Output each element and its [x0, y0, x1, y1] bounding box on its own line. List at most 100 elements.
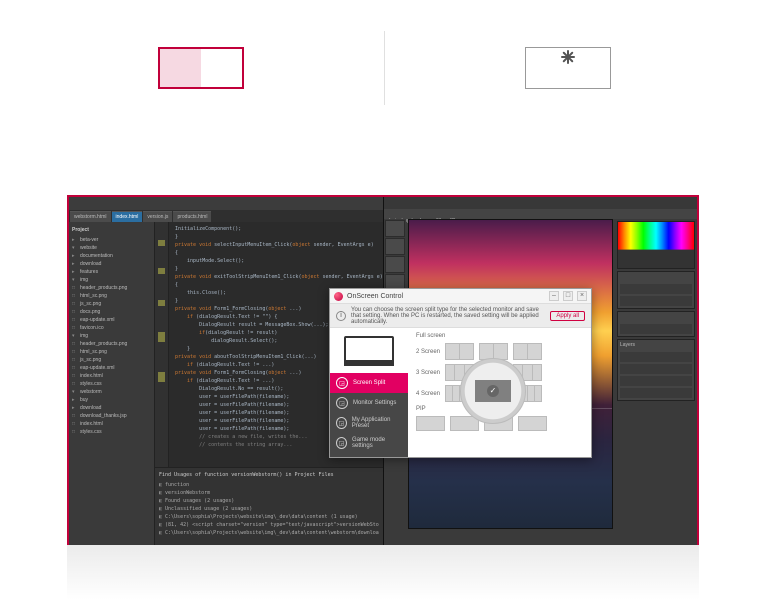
- tab-screensplit[interactable]: [158, 47, 244, 89]
- onscreen-control-dialog: OnScreen Control – □ × i You can choose …: [329, 288, 592, 458]
- window-icon: ◲: [336, 417, 347, 429]
- tree-file[interactable]: styles.css: [72, 380, 151, 388]
- tree-file[interactable]: download_thanks.jsp: [72, 412, 151, 420]
- tree-file[interactable]: html_sc.png: [72, 348, 151, 356]
- usage-row[interactable]: Found usages (2 usages): [159, 497, 379, 505]
- pe-document-tab[interactable]: photoshop-landscape-01.ps (2): [384, 209, 698, 219]
- code-line: }: [175, 265, 377, 273]
- code-line: InitializeComponent();: [175, 225, 377, 233]
- dialog-menu-item[interactable]: ◲My Application Preset: [330, 413, 408, 433]
- tree-folder[interactable]: download: [72, 260, 151, 268]
- pe-tool[interactable]: [385, 220, 405, 237]
- pe-tool[interactable]: [385, 256, 405, 273]
- tab-loading[interactable]: [525, 47, 611, 89]
- info-icon: i: [336, 311, 346, 321]
- tree-file[interactable]: index.html: [72, 420, 151, 428]
- section-two: 2 Screen: [416, 349, 440, 355]
- maximize-button[interactable]: □: [563, 291, 573, 301]
- usage-row[interactable]: versionWebstorm: [159, 489, 379, 497]
- pe-panels: Layers: [615, 219, 697, 545]
- dialog-infobar: i You can choose the screen split type f…: [330, 304, 591, 328]
- project-tree-header: Project: [72, 226, 151, 234]
- tree-file[interactable]: js_sc.png: [72, 300, 151, 308]
- tree-folder[interactable]: buy: [72, 396, 151, 404]
- pe-layers-panel[interactable]: Layers: [617, 339, 695, 401]
- tab-divider: [384, 31, 385, 105]
- tree-folder[interactable]: webstorm: [72, 388, 151, 396]
- usage-row[interactable]: (81, 42) <script charset="version" type=…: [159, 521, 379, 529]
- ide-menubar[interactable]: [69, 197, 383, 210]
- tree-file[interactable]: favicon.ico: [72, 324, 151, 332]
- ide-project-tree[interactable]: Project beta-verwebsitedocumentationdown…: [69, 222, 155, 545]
- tree-folder[interactable]: beta-ver: [72, 236, 151, 244]
- composite-screenshot: webstorm.htmlindex.htmlversion.jsproduct…: [67, 195, 699, 545]
- usage-row[interactable]: C:\Users\sophia\Projects\website\img\_de…: [159, 529, 379, 537]
- dialog-menu-label: Monitor Settings: [353, 400, 396, 406]
- pe-panel[interactable]: [617, 271, 695, 309]
- tree-file[interactable]: header_products.png: [72, 340, 151, 348]
- dialog-menu-item[interactable]: ◲ Screen Split: [330, 373, 408, 393]
- split-option[interactable]: [513, 343, 542, 360]
- section-four: 4 Screen: [416, 391, 440, 397]
- tree-file[interactable]: eap-update.xml: [72, 364, 151, 372]
- ide-tab[interactable]: version.js: [143, 211, 172, 222]
- tree-file[interactable]: index.html: [72, 372, 151, 380]
- tree-file[interactable]: html_sc.png: [72, 292, 151, 300]
- split-option[interactable]: [416, 416, 445, 431]
- dialog-menu-label: Screen Split: [353, 380, 385, 386]
- selected-split-icon: ✓: [475, 380, 511, 402]
- gear-icon: ◲: [336, 397, 348, 409]
- tree-folder[interactable]: img: [72, 276, 151, 284]
- dialog-title: OnScreen Control: [347, 293, 545, 300]
- code-line: private void exitToolStripMenuItem1_Clic…: [175, 273, 377, 281]
- monitor-preview: [330, 328, 408, 373]
- tree-file[interactable]: docs.png: [72, 308, 151, 316]
- tree-folder[interactable]: download: [72, 404, 151, 412]
- code-line: }: [175, 233, 377, 241]
- dialog-main: Full screen 2 Screen 3 Screen 4: [408, 328, 591, 457]
- code-line: private void selectInputMenuItem_Click(o…: [175, 241, 377, 249]
- usages-header: Find Usages of function versionWebstorm(…: [159, 471, 379, 479]
- dialog-menu-item[interactable]: ◲ Game mode settings: [330, 433, 408, 453]
- minimize-button[interactable]: –: [549, 291, 559, 301]
- ide-tab[interactable]: webstorm.html: [70, 211, 111, 222]
- pe-menubar[interactable]: [384, 197, 698, 209]
- ide-gutter: [155, 222, 169, 492]
- ide-find-usages-panel[interactable]: Find Usages of function versionWebstorm(…: [155, 467, 383, 545]
- pe-layers-label: Layers: [620, 342, 692, 350]
- split-option[interactable]: [445, 343, 474, 360]
- ide-tab[interactable]: products.html: [173, 211, 211, 222]
- selected-split-badge: ✓: [460, 358, 526, 424]
- usage-row[interactable]: C:\Users\sophia\Projects\website\img\_de…: [159, 513, 379, 521]
- section-full: Full screen: [416, 333, 583, 339]
- close-button[interactable]: ×: [577, 291, 587, 301]
- tree-folder[interactable]: features: [72, 268, 151, 276]
- tree-folder[interactable]: img: [72, 332, 151, 340]
- section-three: 3 Screen: [416, 370, 440, 376]
- code-line: {: [175, 249, 377, 257]
- dialog-menu-item[interactable]: ◲ Monitor Settings: [330, 393, 408, 413]
- apply-all-button[interactable]: Apply all: [550, 311, 585, 321]
- tree-folder[interactable]: documentation: [72, 252, 151, 260]
- app-logo-icon: [334, 292, 343, 301]
- split-option[interactable]: [518, 416, 547, 431]
- ide-editor-tabs: webstorm.htmlindex.htmlversion.jsproduct…: [69, 210, 383, 222]
- usage-row[interactable]: Unclassified usage (2 usages): [159, 505, 379, 513]
- pe-swatches-panel[interactable]: [617, 221, 695, 269]
- usage-row[interactable]: function: [159, 481, 379, 489]
- tree-file[interactable]: header_products.png: [72, 284, 151, 292]
- game-icon: ◲: [336, 437, 347, 449]
- reflection: [67, 545, 699, 600]
- dialog-sidebar: ◲ Screen Split ◲ Monitor Settings ◲My Applic…: [330, 328, 408, 457]
- dialog-menu-label: Game mode settings: [352, 437, 402, 449]
- tree-file[interactable]: styles.css: [72, 428, 151, 436]
- grid-icon: ◲: [336, 377, 348, 389]
- pe-panel[interactable]: [617, 311, 695, 337]
- tree-file[interactable]: eap-update.xml: [72, 316, 151, 324]
- pe-tool[interactable]: [385, 238, 405, 255]
- tree-folder[interactable]: website: [72, 244, 151, 252]
- tree-file[interactable]: js_sc.png: [72, 356, 151, 364]
- loading-spinner-icon: [557, 57, 579, 79]
- dialog-titlebar[interactable]: OnScreen Control – □ ×: [330, 289, 591, 304]
- ide-tab[interactable]: index.html: [112, 211, 143, 222]
